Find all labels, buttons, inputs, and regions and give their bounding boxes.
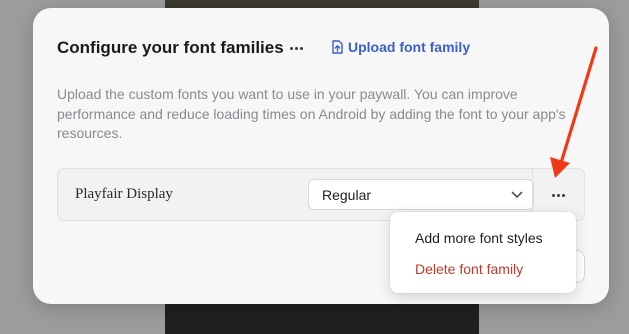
add-more-font-styles-item[interactable]: Add more font styles: [415, 230, 543, 246]
dialog-description: Upload the custom fonts you want to use …: [57, 86, 566, 141]
upload-file-icon: [331, 40, 343, 54]
font-style-value: Regular: [322, 186, 372, 203]
upload-font-family-label: Upload font family: [348, 39, 471, 55]
font-family-more-button[interactable]: [547, 185, 569, 205]
font-family-name: Playfair Display: [75, 186, 173, 202]
chevron-down-icon: [511, 186, 523, 204]
delete-font-family-item[interactable]: Delete font family: [415, 261, 523, 277]
font-style-select[interactable]: Regular: [308, 179, 534, 210]
upload-font-family-link[interactable]: Upload font family: [331, 39, 470, 55]
font-family-context-menu: Add more font styles Delete font family: [390, 212, 576, 293]
title-more-button[interactable]: [287, 38, 305, 58]
dialog-title: Configure your font families: [57, 38, 284, 57]
